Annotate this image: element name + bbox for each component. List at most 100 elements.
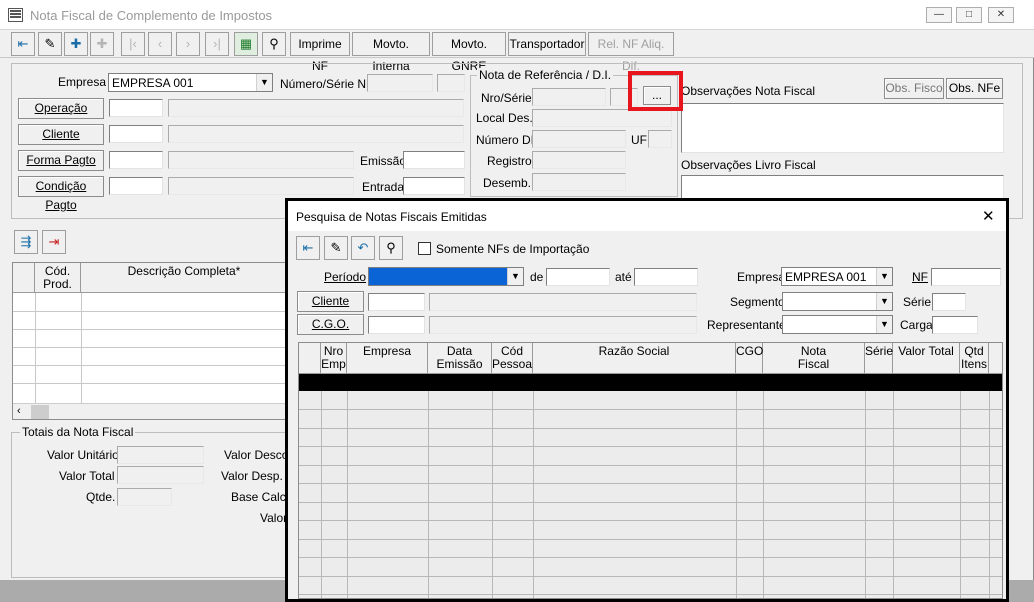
valor-label: Valor <box>260 511 288 525</box>
operacao-button[interactable]: Operação <box>18 98 104 119</box>
cliente-button[interactable]: Cliente <box>297 291 364 312</box>
chevron-down-icon: ▼ <box>256 74 272 91</box>
col-qtd-itens[interactable]: Qtd Itens <box>960 343 989 374</box>
maximize-button[interactable]: □ <box>956 7 982 23</box>
row-header-corner <box>13 263 35 293</box>
col-serie[interactable]: Série <box>865 343 893 374</box>
cgo-code-field[interactable] <box>368 316 425 334</box>
col-cgo[interactable]: CGO <box>736 343 763 374</box>
results-grid[interactable]: Nro Emp Empresa Data Emissão Cód Pessoa … <box>298 342 1003 599</box>
movto-gnre-button[interactable]: Movto. GNRE <box>432 32 506 73</box>
col-valor-total[interactable]: Valor Total <box>893 343 960 374</box>
operacao-label: Operação <box>34 101 88 115</box>
entrada-field[interactable] <box>403 177 465 195</box>
items-grid[interactable]: Cód. Prod. Descrição Completa* ‹ <box>12 262 287 420</box>
grid-line <box>736 391 737 598</box>
cliente-code-field[interactable] <box>109 125 163 143</box>
carga-field[interactable] <box>932 316 978 334</box>
empresa-select[interactable]: EMPRESA 001 ▼ <box>108 73 273 92</box>
cliente-code-field[interactable] <box>368 293 425 311</box>
referencia-group-title: Nota de Referência / D.I. <box>477 68 614 82</box>
local-des-field[interactable] <box>532 109 672 127</box>
representante-select[interactable]: ▼ <box>782 315 893 334</box>
rel-nf-aliq-dif-button[interactable]: Rel. NF Aliq. Dif. <box>588 32 674 73</box>
forma-pagto-code-field[interactable] <box>109 151 163 169</box>
forma-pagto-label: Forma Pagto <box>26 153 96 167</box>
col-descricao[interactable]: Descrição Completa* <box>81 263 286 293</box>
undo-record-icon[interactable]: ↶ <box>351 236 375 260</box>
condicao-pagto-button[interactable]: Condição Pagto <box>18 176 104 212</box>
entrada-label: Entrada <box>362 180 405 194</box>
remove-item-icon[interactable]: ⇥ <box>42 230 66 254</box>
imprime-nf-button[interactable]: Imprime NF <box>290 32 350 73</box>
close-button[interactable]: ✕ <box>988 7 1014 23</box>
window-title: Nota Fiscal de Complemento de Impostos <box>30 8 273 23</box>
grid-line <box>13 365 286 366</box>
add-item-icon[interactable]: ⇶ <box>14 230 38 254</box>
col-cod-prod[interactable]: Cód. Prod. <box>35 263 81 293</box>
serie-nf-field[interactable] <box>437 74 465 92</box>
desemb-field[interactable] <box>532 173 626 191</box>
next-record-icon[interactable]: › <box>176 32 200 56</box>
calculator-grid-icon[interactable]: ▦ <box>234 32 258 56</box>
data-de-field[interactable] <box>546 268 610 286</box>
scroll-thumb[interactable] <box>31 405 49 419</box>
minimize-button[interactable]: — <box>926 7 952 23</box>
data-ate-field[interactable] <box>634 268 698 286</box>
selected-row[interactable] <box>299 374 1002 391</box>
empresa-select[interactable]: EMPRESA 001 ▼ <box>781 267 893 286</box>
horizontal-scrollbar[interactable]: ‹ <box>13 403 286 419</box>
ref-nro-field[interactable] <box>532 88 606 106</box>
grid-line <box>81 293 82 403</box>
obs-nfe-button[interactable]: Obs. NFe <box>946 78 1003 99</box>
emissao-field[interactable] <box>403 151 465 169</box>
obs-nota-textarea[interactable] <box>681 103 1004 153</box>
numero-di-field[interactable] <box>532 130 626 148</box>
exit-door-icon[interactable]: ⇤ <box>11 32 35 56</box>
uf-label: UF <box>631 133 647 147</box>
edit-pencil-icon[interactable]: ✎ <box>38 32 62 56</box>
numero-nf-field[interactable] <box>367 74 433 92</box>
segmento-select[interactable]: ▼ <box>782 292 893 311</box>
serie-field[interactable] <box>932 293 966 311</box>
col-cod-pessoa[interactable]: Cód Pessoa <box>492 343 533 374</box>
col-razao-social[interactable]: Razão Social <box>533 343 736 374</box>
scroll-left-icon[interactable]: ‹ <box>17 405 21 417</box>
empresa-value: EMPRESA 001 <box>785 270 867 284</box>
movto-interna-button[interactable]: Movto. Interna <box>352 32 430 73</box>
binoculars-icon[interactable]: ⚲ <box>262 32 286 56</box>
dialog-close-icon[interactable]: ✕ <box>982 207 995 225</box>
col-data-emissao[interactable]: Data Emissão <box>428 343 492 374</box>
cliente-label: Cliente <box>42 127 80 141</box>
binoculars-icon[interactable]: ⚲ <box>379 236 403 260</box>
exit-door-icon[interactable]: ⇤ <box>296 236 320 260</box>
cliente-desc-field <box>429 293 697 311</box>
col-nota-fiscal[interactable]: Nota Fiscal <box>763 343 865 374</box>
first-record-icon[interactable]: |‹ <box>121 32 145 56</box>
qtde-field[interactable] <box>117 488 172 506</box>
somente-import-checkbox[interactable] <box>418 242 431 255</box>
cliente-button[interactable]: Cliente <box>18 124 104 145</box>
col-empresa[interactable]: Empresa <box>347 343 428 374</box>
transportador-button[interactable]: Transportador <box>508 32 586 56</box>
toolbar: ⇤ ✎ ✚ ✚ |‹ ‹ › ›| ▦ ⚲ Imprime NF Movto. … <box>0 30 1034 73</box>
periodo-select[interactable]: ▼ <box>368 267 524 286</box>
edit-pencil-icon[interactable]: ✎ <box>324 236 348 260</box>
obs-fisco-button[interactable]: Obs. Fisco <box>884 78 944 99</box>
insert-document-icon[interactable]: ✚ <box>90 32 114 56</box>
add-document-icon[interactable]: ✚ <box>64 32 88 56</box>
uf-field[interactable] <box>648 130 672 148</box>
valor-total-field[interactable] <box>117 466 204 484</box>
operacao-code-field[interactable] <box>109 99 163 117</box>
forma-pagto-button[interactable]: Forma Pagto <box>18 150 104 171</box>
cgo-button[interactable]: C.G.O. <box>297 314 364 335</box>
col-nro-emp[interactable]: Nro Emp <box>321 343 347 374</box>
nf-field[interactable] <box>931 268 1001 286</box>
obs-livro-textarea[interactable] <box>681 175 1004 200</box>
previous-record-icon[interactable]: ‹ <box>148 32 172 56</box>
last-record-icon[interactable]: ›| <box>205 32 229 56</box>
de-label: de <box>530 270 544 284</box>
valor-unitario-field[interactable] <box>117 446 204 464</box>
registro-field[interactable] <box>532 151 626 169</box>
condicao-pagto-code-field[interactable] <box>109 177 163 195</box>
